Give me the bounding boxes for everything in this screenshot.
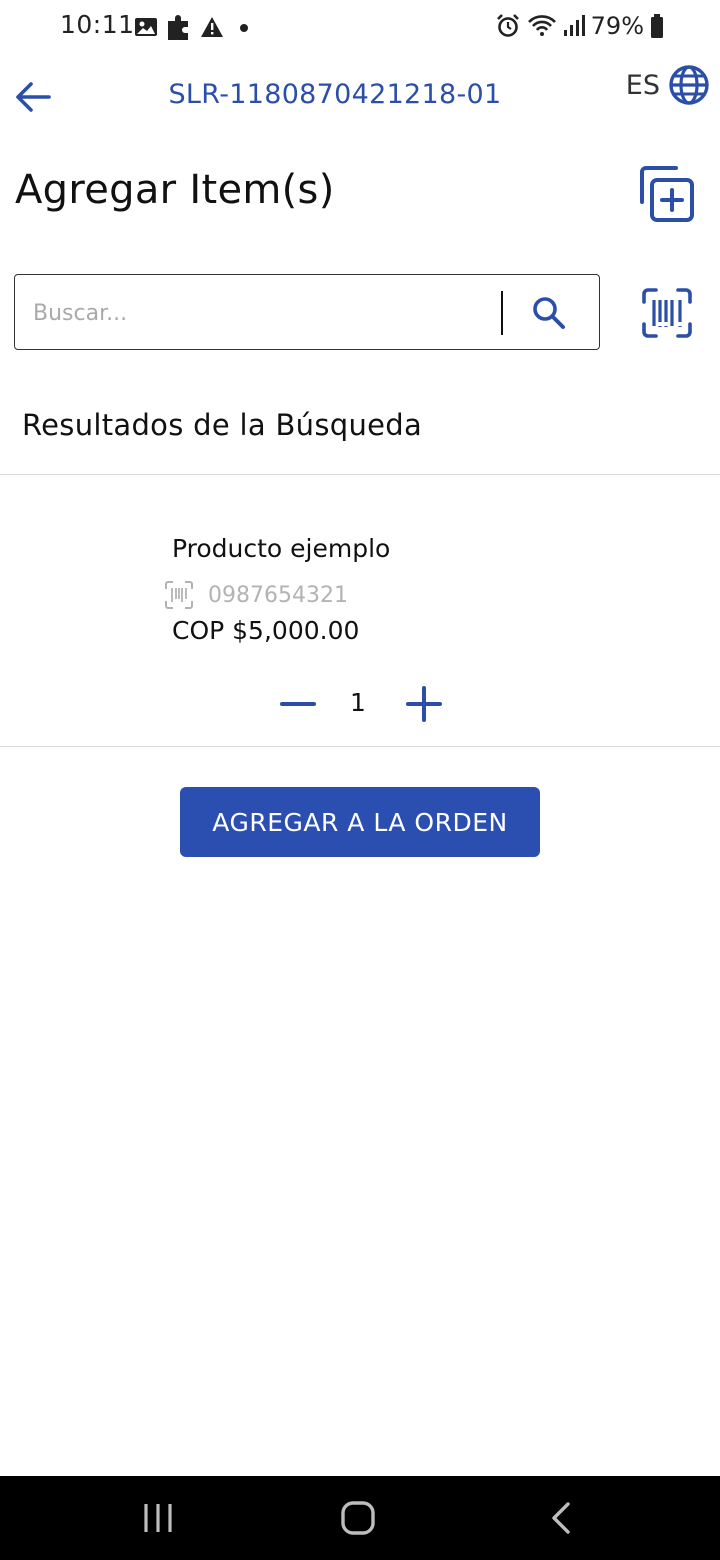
search-icon <box>533 297 565 329</box>
battery-percent: 79% <box>590 12 644 40</box>
divider <box>0 746 720 747</box>
quantity-increase-button[interactable] <box>404 684 444 724</box>
warning-icon <box>201 17 223 37</box>
barcode-scan-icon <box>642 288 692 338</box>
add-multiple-button[interactable] <box>634 162 698 226</box>
divider <box>0 474 720 475</box>
product-sku: 0987654321 <box>208 582 348 608</box>
puzzle-icon <box>168 15 188 40</box>
order-id-title: SLR-1180870421218-01 <box>168 79 502 110</box>
dot-icon <box>240 24 248 32</box>
language-selector[interactable]: ES <box>626 64 710 106</box>
back-nav-button[interactable] <box>542 1498 582 1538</box>
product-sku-row: 0987654321 <box>164 580 348 610</box>
plus-icon <box>406 686 442 722</box>
system-nav-bar <box>0 1476 720 1560</box>
image-icon <box>135 18 157 36</box>
add-to-order-button[interactable]: AGREGAR A LA ORDEN <box>180 787 540 857</box>
quantity-decrease-button[interactable] <box>278 686 318 722</box>
signal-icon <box>563 15 585 36</box>
status-icons-left <box>134 13 252 41</box>
globe-icon <box>669 65 709 105</box>
status-bar: 10:11 79% <box>0 0 720 54</box>
recent-apps-icon <box>144 1504 172 1532</box>
search-box <box>14 274 600 351</box>
recent-apps-button[interactable] <box>138 1498 178 1538</box>
status-time: 10:11 <box>60 10 135 39</box>
quantity-value: 1 <box>350 688 366 717</box>
screen: 10:11 79% SLR-1180870421218-01 ES Agrega… <box>0 0 720 1560</box>
product-price: COP $5,000.00 <box>172 616 360 645</box>
barcode-icon <box>165 581 193 609</box>
status-icons-right: 79% <box>495 12 664 40</box>
barcode-scan-button[interactable] <box>640 286 694 340</box>
search-button[interactable] <box>529 293 569 333</box>
battery-icon <box>651 14 663 38</box>
results-heading: Resultados de la Búsqueda <box>22 408 423 442</box>
home-icon <box>341 1501 375 1535</box>
page-title: Agregar Item(s) <box>15 167 335 213</box>
home-button[interactable] <box>338 1498 378 1538</box>
alarm-icon <box>496 14 519 37</box>
chevron-left-icon <box>552 1502 570 1534</box>
wifi-icon <box>527 15 556 36</box>
search-input[interactable] <box>31 275 495 351</box>
text-cursor <box>501 291 503 335</box>
product-name: Producto ejemplo <box>172 534 391 563</box>
minus-icon <box>280 702 316 706</box>
language-label: ES <box>625 69 660 101</box>
copy-plus-icon <box>640 166 694 222</box>
